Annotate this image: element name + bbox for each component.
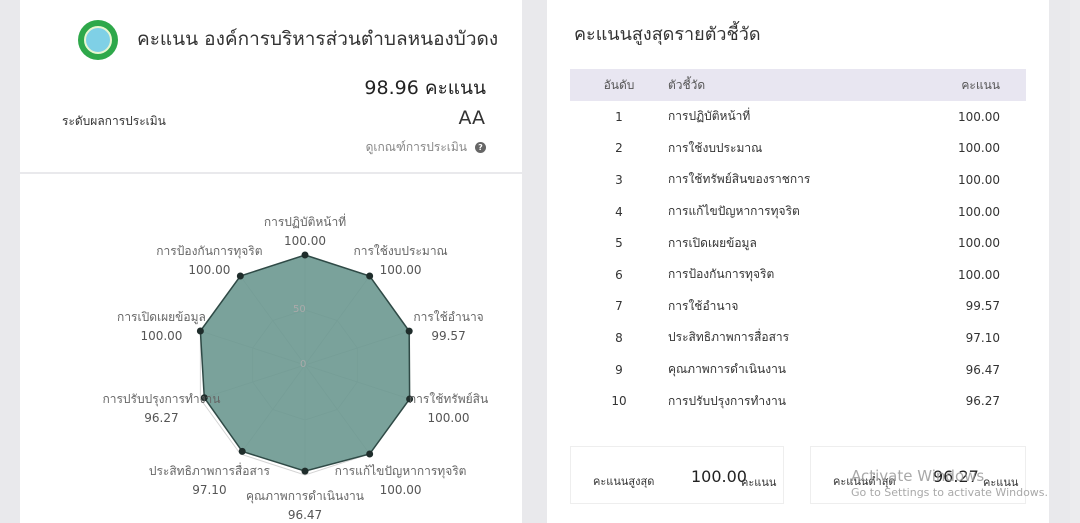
radar-point[interactable] xyxy=(405,327,413,335)
score-cell: 100.00 xyxy=(958,172,1000,187)
radar-category-name: การใช้อำนาจ xyxy=(413,310,484,325)
radar-category-name: การเปิดเผยข้อมูล xyxy=(117,310,206,325)
indicator-cell: การปฏิบัติหน้าที่ xyxy=(668,109,751,124)
indicator-cell: การเปิดเผยข้อมูล xyxy=(668,235,757,250)
rank-cell: 6 xyxy=(615,267,623,282)
table-row: 5 การเปิดเผยข้อมูล 100.00 xyxy=(570,227,1026,259)
table-row: 7 การใช้อำนาจ 99.57 xyxy=(570,291,1026,323)
max-score-box: คะแนนสูงสุด 100.00 คะแนน xyxy=(570,446,784,504)
indicator-cell: การใช้งบประมาณ xyxy=(668,140,763,155)
table-row: 6 การป้องกันการทุจริต 100.00 xyxy=(570,259,1026,291)
axis-tick-50: 50 xyxy=(293,304,306,315)
radar-category-name: การปฏิบัติหน้าที่ xyxy=(263,215,347,229)
max-score-unit: คะแนน xyxy=(741,476,777,489)
ranking-table: อันดับ ตัวชี้วัด คะแนน 1 การปฏิบัติหน้าที… xyxy=(570,69,1026,417)
criteria-link[interactable]: ดูเกณฑ์การประเมิน ? xyxy=(366,138,486,157)
indicator-cell: การปรับปรุงการทำงาน xyxy=(668,393,786,408)
question-circle-icon[interactable]: ? xyxy=(475,142,486,153)
ranking-title: คะแนนสูงสุดรายตัวชี้วัด xyxy=(574,24,761,45)
radar-category-label: ประสิทธิภาพการสื่อสาร 97.10 xyxy=(149,462,270,497)
table-row: 3 การใช้ทรัพย์สินของราชการ 100.00 xyxy=(570,164,1026,196)
org-title: คะแนน องค์การบริหารส่วนตำบลหนองบัวดง xyxy=(137,28,499,50)
radar-category-name: การใช้ทรัพย์สิน xyxy=(408,391,489,406)
rank-cell: 8 xyxy=(615,330,623,345)
radar-category-label: การป้องกันการทุจริต 100.00 xyxy=(156,242,262,277)
rank-cell: 2 xyxy=(615,141,623,156)
rank-cell: 3 xyxy=(615,172,623,187)
radar-category-label: การใช้ทรัพย์สิน 100.00 xyxy=(409,390,488,425)
table-row: 2 การใช้งบประมาณ 100.00 xyxy=(570,133,1026,165)
organization-seal-icon xyxy=(78,20,118,60)
radar-value-label: 99.57 xyxy=(431,329,466,344)
table-row: 1 การปฏิบัติหน้าที่ 100.00 xyxy=(570,101,1026,133)
axis-tick-0: 0 xyxy=(300,359,307,370)
score-summary-card: คะแนน องค์การบริหารส่วนตำบลหนองบัวดง 98.… xyxy=(20,0,522,172)
radar-value-label: 100.00 xyxy=(188,263,231,278)
level-value: AA xyxy=(458,107,485,129)
table-row: 10 การปรับปรุงการทำงาน 96.27 xyxy=(570,385,1026,417)
radar-category-name: การแก้ไขปัญหาการทุจริต xyxy=(334,463,467,478)
radar-category-label: การใช้อำนาจ 99.57 xyxy=(413,308,483,343)
indicator-cell: ประสิทธิภาพการสื่อสาร xyxy=(668,330,790,345)
radar-category-name: การป้องกันการทุจริต xyxy=(156,244,263,259)
radar-value-label: 96.47 xyxy=(287,508,323,522)
column-header-indicator: ตัวชี้วัด xyxy=(668,77,706,92)
radar-value-label: 96.27 xyxy=(144,410,179,425)
table-row: 9 คุณภาพการดำเนินงาน 96.47 xyxy=(570,354,1026,386)
indicator-cell: การแก้ไขปัญหาการทุจริต xyxy=(668,204,800,219)
table-row: 4 การแก้ไขปัญหาการทุจริต 100.00 xyxy=(570,196,1026,228)
score-cell: 100.00 xyxy=(958,204,1000,219)
radar-category-name: ประสิทธิภาพการสื่อสาร xyxy=(148,463,270,478)
table-row: 8 ประสิทธิภาพการสื่อสาร 97.10 xyxy=(570,322,1026,354)
total-score: 98.96 คะแนน xyxy=(364,77,486,99)
radar-value-label: 100.00 xyxy=(427,410,470,425)
rank-cell: 5 xyxy=(615,236,623,251)
radar-point[interactable] xyxy=(301,467,309,475)
indicator-cell: การใช้ทรัพย์สินของราชการ xyxy=(668,172,811,187)
indicator-cell: การป้องกันการทุจริต xyxy=(668,267,775,282)
column-header-score: คะแนน xyxy=(961,77,1000,92)
radar-value-label: 97.10 xyxy=(192,482,227,497)
max-score-label: คะแนนสูงสุด xyxy=(593,475,655,488)
rank-cell: 10 xyxy=(611,394,627,409)
watermark-line2: Go to Settings to activate Windows. xyxy=(851,486,1049,499)
radar-point[interactable] xyxy=(238,447,246,455)
score-cell: 97.10 xyxy=(965,330,1000,345)
radar-point[interactable] xyxy=(366,450,374,458)
score-cell: 100.00 xyxy=(958,267,1000,282)
score-cell: 99.57 xyxy=(965,299,1000,314)
ranking-card: คะแนนสูงสุดรายตัวชี้วัด อันดับ ตัวชี้วัด… xyxy=(547,0,1049,523)
criteria-link-label: ดูเกณฑ์การประเมิน xyxy=(365,140,467,154)
rank-cell: 7 xyxy=(615,299,623,314)
table-header-row: อันดับ ตัวชี้วัด คะแนน xyxy=(570,69,1026,101)
score-cell: 96.47 xyxy=(965,362,1000,377)
score-cell: 100.00 xyxy=(958,109,1000,124)
radar-category-label: การปฏิบัติหน้าที่ 100.00 xyxy=(264,213,346,248)
radar-category-name: การใช้งบประมาณ xyxy=(353,244,448,259)
radar-value-label: 100.00 xyxy=(283,234,326,248)
indicator-cell: คุณภาพการดำเนินงาน xyxy=(668,362,787,377)
score-cell: 96.27 xyxy=(965,394,1000,409)
radar-category-name: การปรับปรุงการทำงาน xyxy=(102,391,221,406)
rank-cell: 1 xyxy=(615,109,623,124)
level-label: ระดับผลการประเมิน xyxy=(62,114,166,128)
rank-cell: 4 xyxy=(615,204,623,219)
radar-value-label: 100.00 xyxy=(140,329,183,344)
watermark-line1: Activate Windows xyxy=(851,467,985,485)
score-cell: 100.00 xyxy=(958,141,1000,156)
activation-watermark: Activate Windows Go to Settings to activ… xyxy=(851,467,1048,499)
radar-category-label: การใช้งบประมาณ 100.00 xyxy=(353,242,447,277)
column-header-rank: อันดับ xyxy=(603,77,635,92)
radar-value-label: 100.00 xyxy=(379,263,422,278)
max-score-value: 100.00 xyxy=(691,467,747,486)
score-cell: 100.00 xyxy=(958,236,1000,251)
radar-category-label: การปรับปรุงการทำงาน 96.27 xyxy=(102,390,220,425)
page-scrollbar[interactable] xyxy=(1070,0,1080,523)
radar-chart-card: การปฏิบัติหน้าที่ 100.00 การใช้งบประมาณ 100… xyxy=(20,174,522,523)
rank-cell: 9 xyxy=(615,362,623,377)
radar-point[interactable] xyxy=(301,251,309,259)
radar-category-label: การเปิดเผยข้อมูล 100.00 xyxy=(117,308,206,343)
indicator-cell: การใช้อำนาจ xyxy=(668,298,739,313)
